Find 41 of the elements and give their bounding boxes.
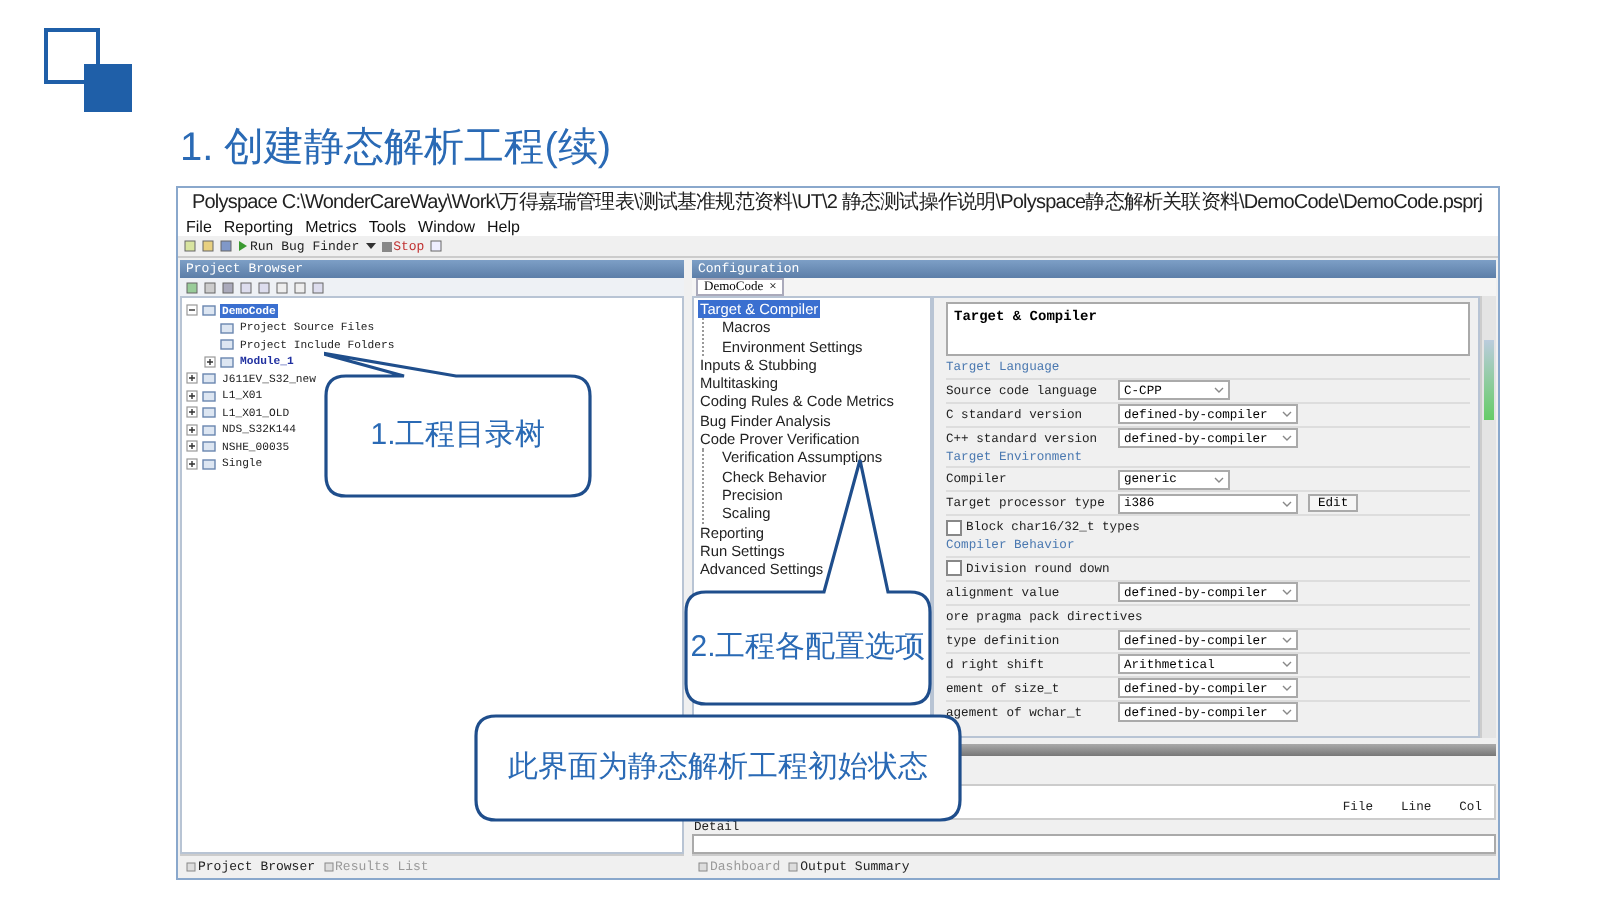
tab-icon <box>186 861 196 871</box>
expand-icon[interactable] <box>186 457 198 470</box>
menu-item[interactable]: Reporting <box>223 217 294 235</box>
expand-icon[interactable] <box>186 389 198 402</box>
dropdown-caret-icon <box>1282 660 1292 668</box>
callout-text: 1.工程目录树 <box>370 415 546 453</box>
dropdown-caret-icon <box>1282 434 1292 442</box>
tab-icon <box>788 861 799 871</box>
detail-field[interactable] <box>692 834 1496 854</box>
menu-item[interactable]: File <box>186 217 212 235</box>
dropdown-caret-icon <box>1282 708 1292 716</box>
stop-icon <box>381 241 392 251</box>
expand-icon[interactable] <box>186 423 198 436</box>
window-title: Polyspace C:\WonderCareWay\Work\万得嘉瑞管理表\测试基准规范资料\UT\2 静态测试操作说明\Polyspace静态解析关联资料\DemoCode\DemoCode.psprj <box>192 189 1483 216</box>
dropdown-caret-icon <box>1282 410 1292 418</box>
menu-item[interactable]: Help <box>487 217 520 235</box>
dropdown-caret-icon[interactable] <box>365 242 376 250</box>
checkbox[interactable] <box>946 519 962 535</box>
checkbox[interactable] <box>946 560 962 576</box>
slide-title: 1. 创建静态解析工程(续) <box>180 124 614 174</box>
menu-item[interactable]: Tools <box>368 217 407 235</box>
dropdown-caret-icon <box>1282 636 1292 644</box>
scrollbar[interactable] <box>1480 296 1496 738</box>
callout-text: 2.工程各配置选项 <box>690 627 926 665</box>
expand-icon[interactable] <box>204 355 216 368</box>
squares-logo <box>44 28 136 116</box>
tab-icon <box>323 861 334 871</box>
dropdown-caret-icon <box>1282 499 1292 507</box>
dropdown-caret-icon <box>1214 386 1224 394</box>
collapse-icon[interactable] <box>186 304 198 317</box>
tab-icon <box>698 861 708 871</box>
dropdown-caret-icon <box>1282 684 1292 692</box>
expand-icon[interactable] <box>186 440 198 453</box>
dropdown-caret-icon <box>1282 588 1292 596</box>
expand-icon[interactable] <box>186 406 198 419</box>
menu-item[interactable]: Metrics <box>305 217 357 235</box>
dropdown-caret-icon <box>1214 475 1224 483</box>
callout-text: 此界面为静态解析工程初始状态 <box>508 747 928 785</box>
expand-icon[interactable] <box>186 372 198 385</box>
menu-item[interactable]: Window <box>418 217 475 235</box>
play-icon <box>238 240 248 252</box>
